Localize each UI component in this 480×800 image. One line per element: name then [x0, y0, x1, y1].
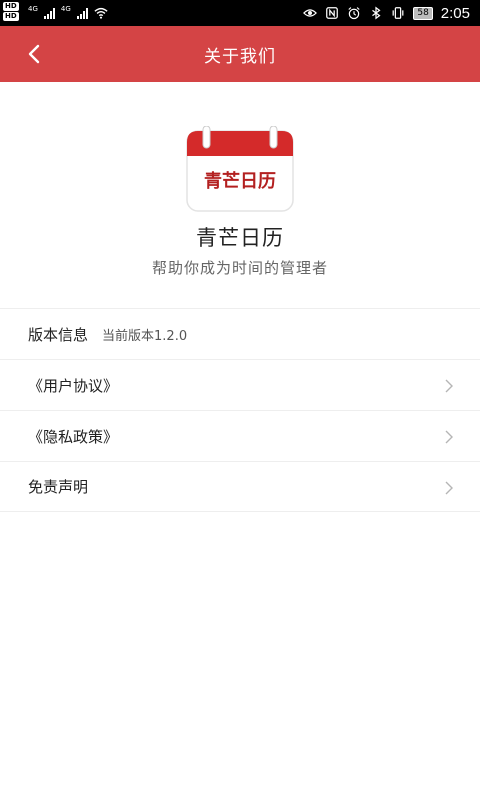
sim1-hd-badge: HD: [3, 2, 19, 11]
sim2-hd-badge: HD: [3, 12, 19, 21]
page-title: 关于我们: [204, 46, 276, 67]
chevron-right-icon: [445, 481, 453, 495]
disclaimer-row[interactable]: 免责声明: [0, 461, 480, 512]
bluetooth-icon: [372, 6, 381, 20]
sim-badges: HD HD: [3, 2, 19, 21]
app-slogan: 帮助你成为时间的管理者: [151, 259, 328, 277]
privacy-policy-label: 《隐私政策》: [28, 427, 119, 446]
nfc-icon: [326, 7, 339, 19]
version-info-row: 版本信息 当前版本1.2.0: [0, 308, 480, 359]
app-name: 青芒日历: [196, 226, 284, 250]
battery-icon: 58: [413, 6, 433, 20]
version-value: 当前版本1.2.0: [102, 328, 188, 344]
signal-icon: [76, 7, 88, 19]
eye-icon: [303, 9, 318, 17]
app-header: 关于我们: [0, 26, 480, 82]
network-type-2: 4G: [60, 5, 71, 13]
signal-group: 4G 4G: [28, 6, 108, 20]
version-info-label: 版本信息: [28, 325, 89, 344]
status-icons: 58 2:05: [303, 5, 470, 22]
status-bar: HD HD 4G 4G 58 2:05: [0, 0, 480, 26]
signal-icon: [43, 7, 55, 19]
chevron-right-icon: [445, 379, 453, 393]
chevron-left-icon: [28, 44, 40, 64]
back-button[interactable]: [14, 34, 54, 74]
user-agreement-row[interactable]: 《用户协议》: [0, 359, 480, 410]
settings-list: 版本信息 当前版本1.2.0 《用户协议》 《隐私政策》 免责声明: [0, 308, 480, 512]
vibrate-icon: [392, 7, 404, 19]
wifi-icon: [94, 7, 108, 19]
alarm-icon: [348, 7, 360, 20]
app-logo: 青芒日历: [186, 125, 294, 212]
calendar-icon: 青芒日历: [186, 125, 294, 212]
user-agreement-label: 《用户协议》: [28, 376, 119, 395]
privacy-policy-row[interactable]: 《隐私政策》: [0, 410, 480, 461]
clock: 2:05: [440, 4, 470, 22]
disclaimer-label: 免责声明: [28, 478, 89, 496]
network-type-1: 4G: [28, 5, 38, 13]
chevron-right-icon: [445, 430, 453, 444]
logo-text: 青芒日历: [204, 170, 276, 192]
